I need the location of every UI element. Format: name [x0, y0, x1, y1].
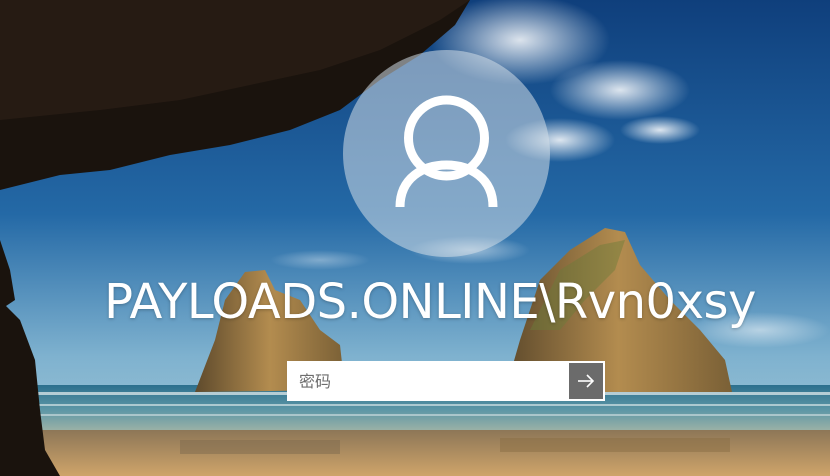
password-input[interactable] [289, 363, 569, 399]
lock-screen: PAYLOADS.ONLINE\Rvn0xsy [0, 0, 830, 476]
submit-button[interactable] [569, 363, 603, 399]
password-box [287, 361, 605, 401]
arrow-right-icon [578, 374, 595, 388]
user-silhouette-icon [395, 95, 498, 208]
user-avatar [343, 50, 550, 257]
account-name: PAYLOADS.ONLINE\Rvn0xsy [104, 274, 756, 330]
